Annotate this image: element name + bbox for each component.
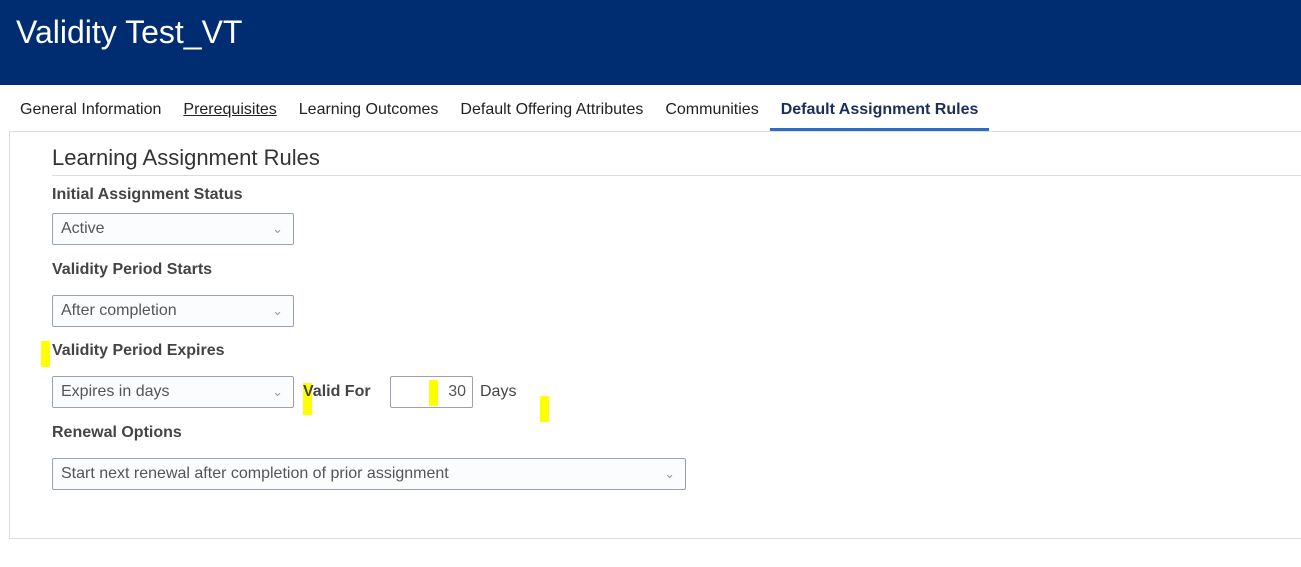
renewal-value: Start next renewal after completion of p… <box>61 465 449 482</box>
chevron-down-icon: ⌄ <box>272 384 283 399</box>
highlight-mark <box>429 380 438 406</box>
section-divider <box>52 175 1301 176</box>
highlight-mark <box>540 396 549 422</box>
initial-status-label: Initial Assignment Status <box>52 186 243 203</box>
header-bar: Validity Test_VT <box>0 0 1301 85</box>
initial-status-value: Active <box>61 220 105 237</box>
section-title: Learning Assignment Rules <box>52 145 320 170</box>
period-starts-label: Validity Period Starts <box>52 261 213 278</box>
tab-default-assignment-rules[interactable]: Default Assignment Rules <box>769 96 990 131</box>
chevron-down-icon: ⌄ <box>664 466 675 481</box>
renewal-select[interactable]: Start next renewal after completion of p… <box>52 458 686 490</box>
renewal-label: Renewal Options <box>52 424 182 441</box>
period-starts-select[interactable]: After completion ⌄ <box>52 295 294 327</box>
tab-prerequisites[interactable]: Prerequisites <box>172 96 287 126</box>
period-expires-value: Expires in days <box>61 383 170 400</box>
tab-default-offering-attributes[interactable]: Default Offering Attributes <box>449 96 654 126</box>
period-expires-label: Validity Period Expires <box>52 342 225 359</box>
chevron-down-icon: ⌄ <box>272 221 283 236</box>
period-starts-value: After completion <box>61 302 177 319</box>
tab-learning-outcomes[interactable]: Learning Outcomes <box>288 96 450 126</box>
tab-bar: General Information Prerequisites Learni… <box>0 96 990 132</box>
period-expires-select[interactable]: Expires in days ⌄ <box>52 376 294 408</box>
chevron-down-icon: ⌄ <box>272 303 283 318</box>
tab-general-information[interactable]: General Information <box>0 96 172 126</box>
valid-for-label: Valid For <box>303 383 371 400</box>
initial-status-select[interactable]: Active ⌄ <box>52 213 294 245</box>
page-title: Validity Test_VT <box>16 14 243 50</box>
highlight-mark <box>41 341 50 367</box>
days-unit-label: Days <box>480 383 517 400</box>
tab-communities[interactable]: Communities <box>654 96 769 126</box>
